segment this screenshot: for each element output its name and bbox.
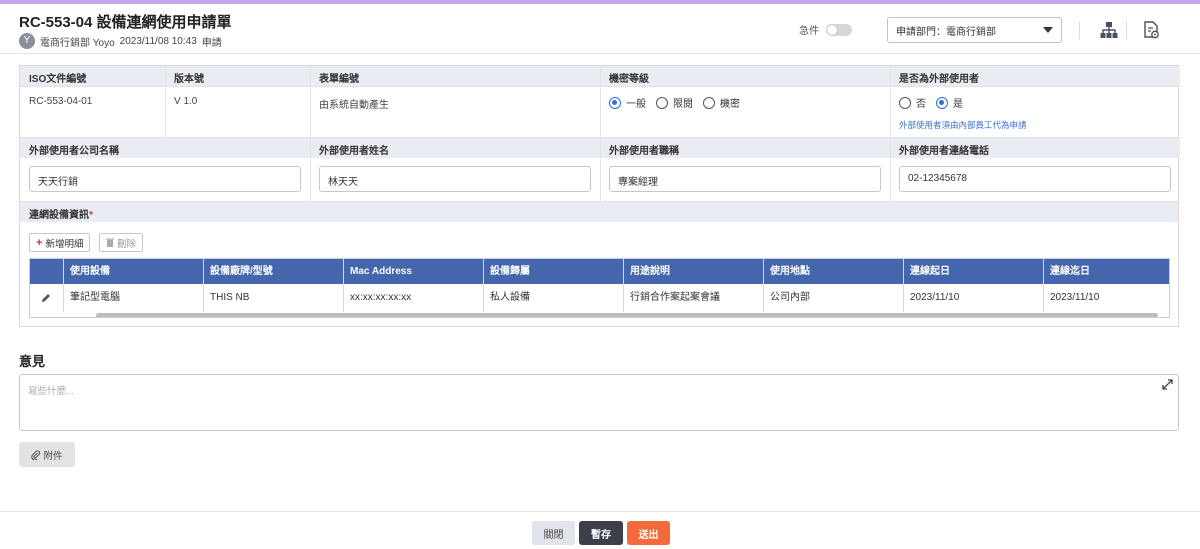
- radio-label: 是: [953, 99, 963, 110]
- form-no-value: 由系統自動產生: [319, 100, 389, 111]
- table-cell: 筆記型電腦: [70, 292, 120, 303]
- opinion-textarea[interactable]: 寫些什麼...: [19, 374, 1179, 431]
- save-draft-button[interactable]: 暫存: [579, 521, 623, 545]
- radio-security-restricted[interactable]: [656, 96, 668, 109]
- footer-bar: 關閉 暫存 送出: [0, 511, 1200, 549]
- radio-label: 機密: [720, 99, 740, 110]
- user-name-input[interactable]: 林天天: [319, 166, 591, 192]
- company-name-input[interactable]: 天天行銷: [29, 166, 301, 192]
- page-header: RC-553-04 設備連網使用申請單 Y 電商行銷部 Yoyo 2023/11…: [0, 4, 1200, 54]
- form-no-label: 表單編號: [310, 66, 600, 86]
- column-header: 使用設備: [70, 266, 110, 277]
- phone-input[interactable]: 02-12345678: [899, 166, 1171, 192]
- chevron-down-icon: [1043, 27, 1053, 33]
- form-card: ISO文件編號 版本號 表單編號 機密等級 是否為外部使用者 RC-553-04…: [19, 65, 1180, 327]
- version-label: 版本號: [165, 66, 310, 86]
- required-mark: *: [89, 210, 93, 221]
- job-title-label: 外部使用者職稱: [600, 138, 890, 158]
- add-detail-label: 新增明細: [45, 238, 84, 250]
- radio-external-no[interactable]: [899, 96, 911, 109]
- attach-button[interactable]: 附件: [19, 442, 75, 467]
- header-divider: [1126, 21, 1127, 39]
- department-select[interactable]: 申請部門：電商行銷部: [887, 17, 1062, 43]
- expand-icon[interactable]: [1162, 379, 1173, 390]
- job-title-input[interactable]: 專案經理: [609, 166, 881, 192]
- security-level-radio-group: 一般 限閱 機密: [609, 95, 745, 110]
- column-header: 設備歸屬: [490, 266, 530, 277]
- radio-label: 限閱: [673, 99, 693, 110]
- opinion-title: 意見: [19, 354, 46, 369]
- grid-line: [890, 66, 891, 201]
- grid-line: [20, 201, 1178, 202]
- horizontal-scrollbar[interactable]: [96, 313, 1158, 317]
- column-header: 使用地點: [770, 266, 810, 277]
- urgent-toggle-group: 急件: [799, 22, 852, 37]
- iso-doc-no-value: RC-553-04-01: [29, 96, 93, 107]
- iso-doc-no-label: ISO文件編號: [20, 66, 165, 86]
- radio-label: 否: [916, 99, 926, 110]
- company-name-label: 外部使用者公司名稱: [20, 138, 310, 158]
- grid-line: [310, 66, 311, 201]
- plus-icon: +: [36, 236, 43, 249]
- column-header: 設備廠牌/型號: [210, 266, 273, 277]
- radio-security-general[interactable]: [609, 96, 621, 109]
- phone-label: 外部使用者連絡電話: [890, 138, 1180, 158]
- table-header: 使用設備 設備廠牌/型號 Mac Address 設備歸屬 用途說明 使用地點 …: [30, 259, 1169, 284]
- column-header: 連線迄日: [1050, 266, 1090, 277]
- radio-external-yes[interactable]: [936, 96, 948, 109]
- grid-line: [165, 66, 166, 137]
- grid-line: [20, 86, 1178, 87]
- device-section-header: 連網設備資訊*: [20, 202, 1178, 222]
- table-cell: 私人設備: [490, 292, 530, 303]
- submit-button[interactable]: 送出: [627, 521, 670, 545]
- trash-icon: [106, 238, 114, 247]
- toggle-knob: [827, 24, 837, 35]
- radio-label: 一般: [626, 99, 646, 110]
- column-header: Mac Address: [350, 266, 412, 277]
- paperclip-icon: [31, 449, 41, 460]
- device-section-label: 連網設備資訊: [29, 210, 89, 221]
- delete-label: 刪除: [117, 238, 137, 250]
- column-header: 用途說明: [630, 266, 670, 277]
- external-user-label: 是否為外部使用者: [890, 66, 1180, 86]
- header-divider: [1079, 21, 1080, 39]
- table-cell: 2023/11/10: [1050, 292, 1100, 303]
- grid-line: [600, 66, 601, 201]
- delete-button[interactable]: 刪除: [99, 233, 144, 252]
- applicant-meta: Y 電商行銷部 Yoyo 2023/11/08 10:43 申請: [19, 33, 222, 49]
- document-settings-icon[interactable]: [1141, 20, 1161, 40]
- external-user-radio-group: 否 是: [899, 95, 968, 110]
- avatar: Y: [19, 33, 35, 49]
- security-level-label: 機密等級: [600, 66, 890, 86]
- department-select-value: 申請部門：電商行銷部: [896, 26, 996, 38]
- attach-label: 附件: [43, 450, 63, 462]
- org-chart-icon[interactable]: [1099, 20, 1119, 40]
- table-cell: THIS NB: [210, 292, 250, 303]
- urgent-label: 急件: [799, 26, 819, 37]
- table-cell: 行銷合作案起案會議: [630, 292, 720, 303]
- external-user-hint: 外部使用者須由內部員工代為申請: [899, 120, 1027, 130]
- column-header: 連線起日: [910, 266, 950, 277]
- applied-datetime: 2023/11/08 10:43: [119, 35, 197, 47]
- opinion-placeholder: 寫些什麼...: [28, 386, 74, 397]
- table-cell: xx:xx:xx:xx:xx: [350, 292, 412, 303]
- page-title: RC-553-04 設備連網使用申請單: [19, 14, 232, 31]
- applicant-name: 電商行銷部 Yoyo: [40, 37, 115, 49]
- applied-action: 申請: [201, 37, 222, 49]
- table-cell: 2023/11/10: [910, 292, 960, 303]
- edit-pencil-icon[interactable]: [41, 293, 51, 303]
- close-button[interactable]: 關閉: [532, 521, 575, 545]
- grid-line: [20, 137, 1178, 138]
- urgent-toggle[interactable]: [826, 23, 852, 36]
- device-table: 使用設備 設備廠牌/型號 Mac Address 設備歸屬 用途說明 使用地點 …: [29, 258, 1170, 318]
- user-name-label: 外部使用者姓名: [310, 138, 600, 158]
- add-detail-button[interactable]: + 新增明細: [29, 233, 91, 252]
- version-value: V 1.0: [174, 96, 198, 107]
- table-cell: 公司內部: [770, 292, 810, 303]
- radio-security-confidential[interactable]: [703, 96, 715, 109]
